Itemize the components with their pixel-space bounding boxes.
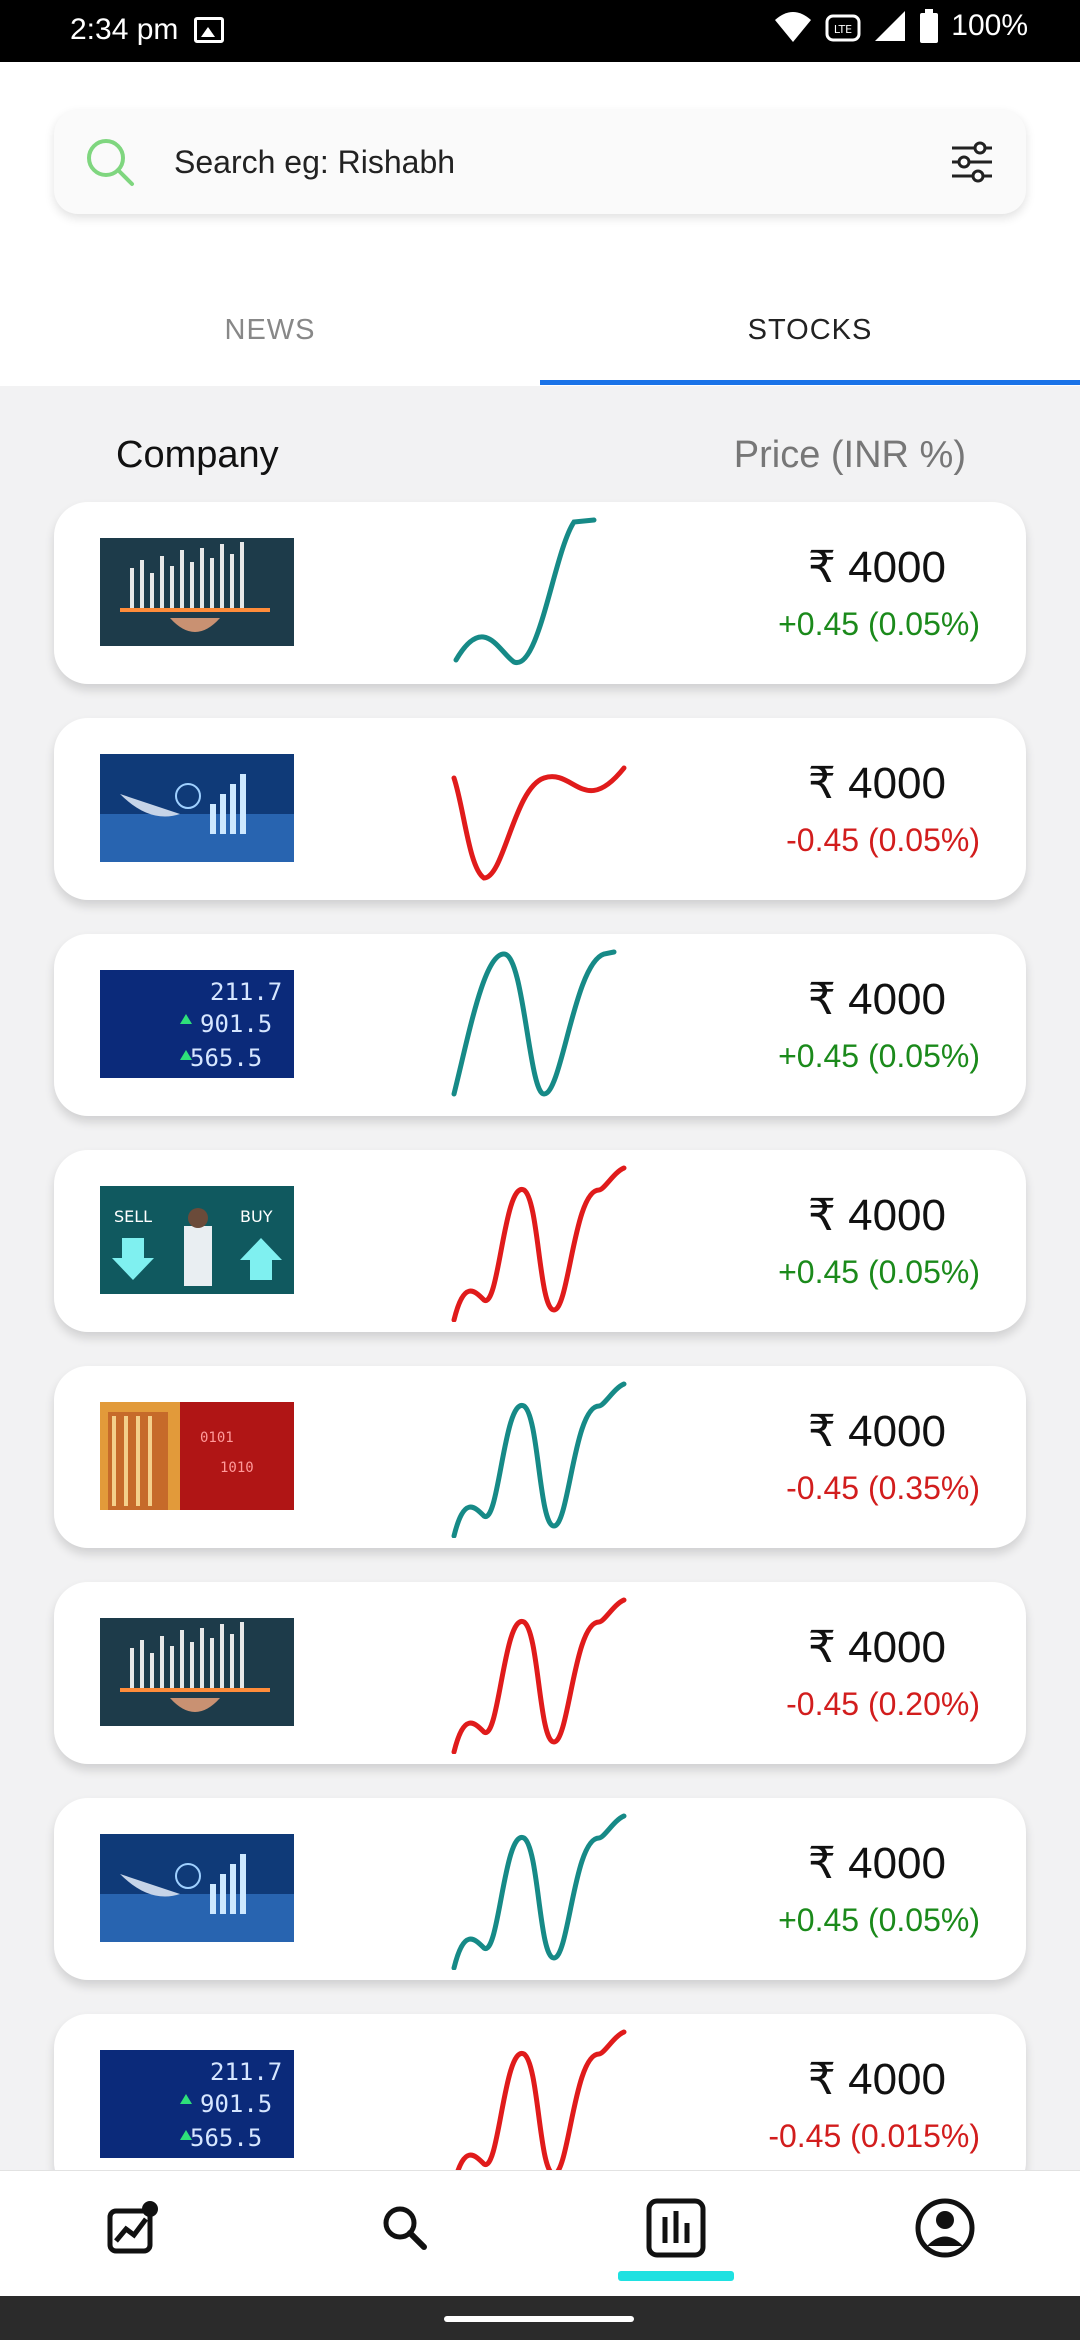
sparkline-path [451,1381,627,1538]
sparkline-path [451,1813,627,1970]
company-thumbnail [100,1618,294,1726]
sparkline-chart [451,1813,627,1970]
stock-card[interactable]: ₹ 4000 -0.45 (0.05%) [54,718,1026,900]
stock-card[interactable]: ₹ 4000 -0.45 (0.20%) [54,1582,1026,1764]
active-nav-indicator [618,2271,734,2281]
sparkline-chart [455,2029,627,2170]
stock-change: -0.45 (0.35%) [786,1470,980,1506]
sparkline-chart [453,517,597,665]
stock-card[interactable]: ₹ 4000 +0.45 (0.05%) [54,502,1026,684]
stock-change: +0.45 (0.05%) [778,1038,980,1074]
sparkline-chart [451,949,617,1097]
company-thumbnail: SELL BUY [100,1186,294,1294]
search-icon[interactable] [370,2193,440,2263]
stock-change: +0.45 (0.05%) [778,1254,980,1290]
sparkline-path [451,949,617,1097]
company-thumbnail [100,1834,294,1942]
stock-card[interactable]: ₹ 4000 +0.45 (0.05%) [54,1798,1026,1980]
profile-icon[interactable] [910,2193,980,2263]
sparkline-path [451,765,627,881]
stock-change: -0.45 (0.015%) [768,2118,980,2154]
company-thumbnail: 0101 1010 [100,1402,294,1510]
stock-change: -0.45 (0.05%) [786,822,980,858]
trending-chart-icon[interactable] [96,2193,166,2263]
company-thumbnail: 211.7 901.5 565.5 [100,970,294,1078]
stock-change: +0.45 (0.05%) [778,606,980,642]
home-gesture-pill[interactable] [444,2316,634,2322]
sparkline-chart [451,765,627,881]
company-thumbnail [100,538,294,646]
stock-card[interactable]: SELL BUY ₹ 4000 +0.45 (0.05%) [54,1150,1026,1332]
stock-price: ₹ 4000 [807,2055,946,2104]
sparkline-path [451,1597,627,1754]
stock-card[interactable]: 211.7 901.5 565.5 ₹ 4000 -0.45 (0.015%) [54,2014,1026,2170]
sparkline-path [451,1165,627,1322]
stock-card[interactable]: 211.7 901.5 565.5 ₹ 4000 +0.45 (0.05%) [54,934,1026,1116]
stock-change: -0.45 (0.20%) [786,1686,980,1722]
svg-text:SELL: SELL [114,1207,152,1226]
svg-text:211.7: 211.7 [210,2058,282,2086]
stock-price: ₹ 4000 [807,759,946,808]
stock-price: ₹ 4000 [807,1623,946,1672]
sparkline-path [455,2029,627,2170]
stock-price: ₹ 4000 [807,543,946,592]
svg-text:1010: 1010 [220,1460,254,1476]
sparkline-chart [451,1165,627,1322]
stock-price: ₹ 4000 [807,1839,946,1888]
svg-text:BUY: BUY [240,1207,273,1226]
sparkline-chart [451,1381,627,1538]
svg-text:0101: 0101 [200,1430,234,1446]
stock-price: ₹ 4000 [807,975,946,1024]
system-navigation-bar [0,2296,1080,2340]
stock-list: ₹ 4000 +0.45 (0.05%) ₹ 4000 -0.45 (0.05%) 21… [0,0,1080,2170]
sparkline-path [453,517,597,665]
svg-text:211.7: 211.7 [210,978,282,1006]
stock-price: ₹ 4000 [807,1191,946,1240]
company-thumbnail [100,754,294,862]
svg-text:565.5: 565.5 [190,1044,262,1072]
bottom-navigation [0,2170,1080,2297]
stock-card[interactable]: 0101 1010 ₹ 4000 -0.45 (0.35%) [54,1366,1026,1548]
bar-chart-icon[interactable] [641,2193,711,2263]
stock-change: +0.45 (0.05%) [778,1902,980,1938]
svg-text:565.5: 565.5 [190,2124,262,2152]
company-thumbnail: 211.7 901.5 565.5 [100,2050,294,2158]
svg-text:901.5: 901.5 [200,1010,272,1038]
stock-price: ₹ 4000 [807,1407,946,1456]
svg-text:901.5: 901.5 [200,2090,272,2118]
sparkline-chart [451,1597,627,1754]
